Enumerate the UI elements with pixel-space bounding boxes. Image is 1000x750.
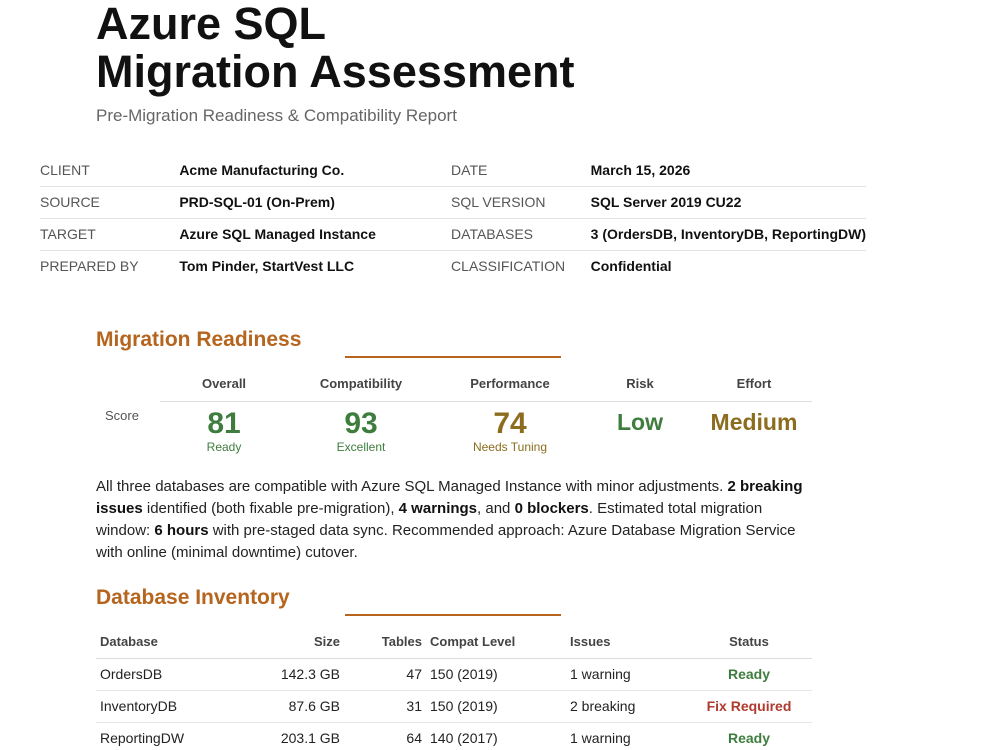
- overall-score: 81: [207, 407, 241, 440]
- report-metadata-table: CLIENT Acme Manufacturing Co. DATE March…: [40, 154, 866, 282]
- summary-text: All three databases are compatible with …: [96, 478, 728, 495]
- score-row-label: Score: [105, 408, 139, 423]
- database-inventory-table: Database Size Tables Compat Level Issues…: [96, 626, 812, 750]
- section-rule: [345, 614, 561, 616]
- meta-row-client: CLIENT Acme Manufacturing Co. DATE March…: [40, 154, 866, 187]
- meta-row-source: SOURCE PRD-SQL-01 (On-Prem) SQL VERSION …: [40, 186, 866, 219]
- db-size: 142.3 GB: [246, 658, 344, 691]
- table-row: ReportingDW 203.1 GB 64 140 (2017) 1 war…: [96, 722, 812, 750]
- db-issues: 2 breaking: [566, 690, 686, 723]
- summary-emphasis: 0 blockers: [514, 500, 589, 517]
- score-header-compatibility: Compatibility: [319, 376, 403, 391]
- status-badge: Fix Required: [686, 690, 812, 723]
- meta-row-target: TARGET Azure SQL Managed Instance DATABA…: [40, 218, 866, 251]
- section-rule: [345, 356, 561, 358]
- db-size: 203.1 GB: [246, 722, 344, 750]
- score-header-risk: Risk: [626, 376, 654, 391]
- meta-key: SQL VERSION: [451, 186, 591, 219]
- readiness-summary: All three databases are compatible with …: [96, 476, 811, 564]
- meta-value: March 15, 2026: [590, 154, 866, 187]
- status-badge: Ready: [686, 658, 812, 691]
- table-row: OrdersDB 142.3 GB 47 150 (2019) 1 warnin…: [96, 658, 812, 691]
- meta-value: 3 (OrdersDB, InventoryDB, ReportingDW): [590, 218, 866, 251]
- summary-emphasis: 4 warnings: [398, 500, 478, 517]
- meta-value: Azure SQL Managed Instance: [179, 218, 452, 251]
- meta-key: CLIENT: [40, 154, 180, 187]
- db-name: ReportingDW: [96, 722, 246, 750]
- score-header-overall: Overall: [201, 376, 247, 391]
- performance-score-label: Needs Tuning: [472, 440, 548, 454]
- meta-key: TARGET: [40, 218, 180, 251]
- meta-value: Acme Manufacturing Co.: [179, 154, 452, 187]
- col-issues: Issues: [566, 626, 686, 659]
- db-name: OrdersDB: [96, 658, 246, 691]
- meta-value: Confidential: [590, 258, 672, 275]
- col-database: Database: [96, 626, 246, 659]
- title-line-2: Migration Assessment: [96, 46, 575, 97]
- meta-value: SQL Server 2019 CU22: [590, 186, 866, 219]
- db-tables: 31: [344, 690, 426, 723]
- meta-key: DATABASES: [451, 218, 591, 251]
- summary-emphasis: 6 hours: [154, 522, 209, 539]
- meta-key: SOURCE: [40, 186, 180, 219]
- db-issues: 1 warning: [566, 722, 686, 750]
- overall-score-label: Ready: [206, 440, 242, 454]
- score-header-effort: Effort: [736, 376, 772, 391]
- compatibility-score: 93: [344, 407, 378, 440]
- col-compat-level: Compat Level: [426, 626, 566, 659]
- risk-rating: Low: [617, 409, 663, 435]
- db-size: 87.6 GB: [246, 690, 344, 723]
- status-badge: Ready: [686, 722, 812, 750]
- db-compat-level: 150 (2019): [426, 690, 566, 723]
- db-tables: 47: [344, 658, 426, 691]
- meta-key: CLASSIFICATION: [451, 258, 566, 275]
- db-compat-level: 140 (2017): [426, 722, 566, 750]
- db-issues: 1 warning: [566, 658, 686, 691]
- meta-row-prepared-by: PREPARED BY Tom Pinder, StartVest LLC CL…: [40, 250, 866, 282]
- meta-value: PRD-SQL-01 (On-Prem): [179, 186, 452, 219]
- col-tables: Tables: [344, 626, 426, 659]
- meta-key: PREPARED BY: [40, 258, 139, 275]
- score-header-performance: Performance: [470, 376, 550, 391]
- db-tables: 64: [344, 722, 426, 750]
- col-status: Status: [686, 626, 812, 659]
- meta-value: Tom Pinder, StartVest LLC: [179, 258, 355, 275]
- report-title: Azure SQL Migration Assessment: [96, 0, 574, 96]
- migration-readiness-heading: Migration Readiness: [96, 328, 302, 351]
- db-compat-level: 150 (2019): [426, 658, 566, 691]
- performance-score: 74: [493, 407, 527, 440]
- database-inventory-heading: Database Inventory: [96, 586, 290, 609]
- summary-text: , and: [477, 500, 515, 517]
- db-name: InventoryDB: [96, 690, 246, 723]
- col-size: Size: [246, 626, 344, 659]
- meta-key: DATE: [451, 154, 591, 187]
- effort-rating: Medium: [710, 409, 798, 435]
- score-divider: [160, 401, 812, 402]
- inventory-header-row: Database Size Tables Compat Level Issues…: [96, 626, 812, 659]
- compatibility-score-label: Excellent: [336, 440, 386, 454]
- report-subtitle: Pre-Migration Readiness & Compatibility …: [96, 106, 457, 125]
- title-line-1: Azure SQL: [96, 0, 327, 49]
- summary-text: identified (both fixable pre-migration),: [142, 500, 399, 517]
- table-row: InventoryDB 87.6 GB 31 150 (2019) 2 brea…: [96, 690, 812, 723]
